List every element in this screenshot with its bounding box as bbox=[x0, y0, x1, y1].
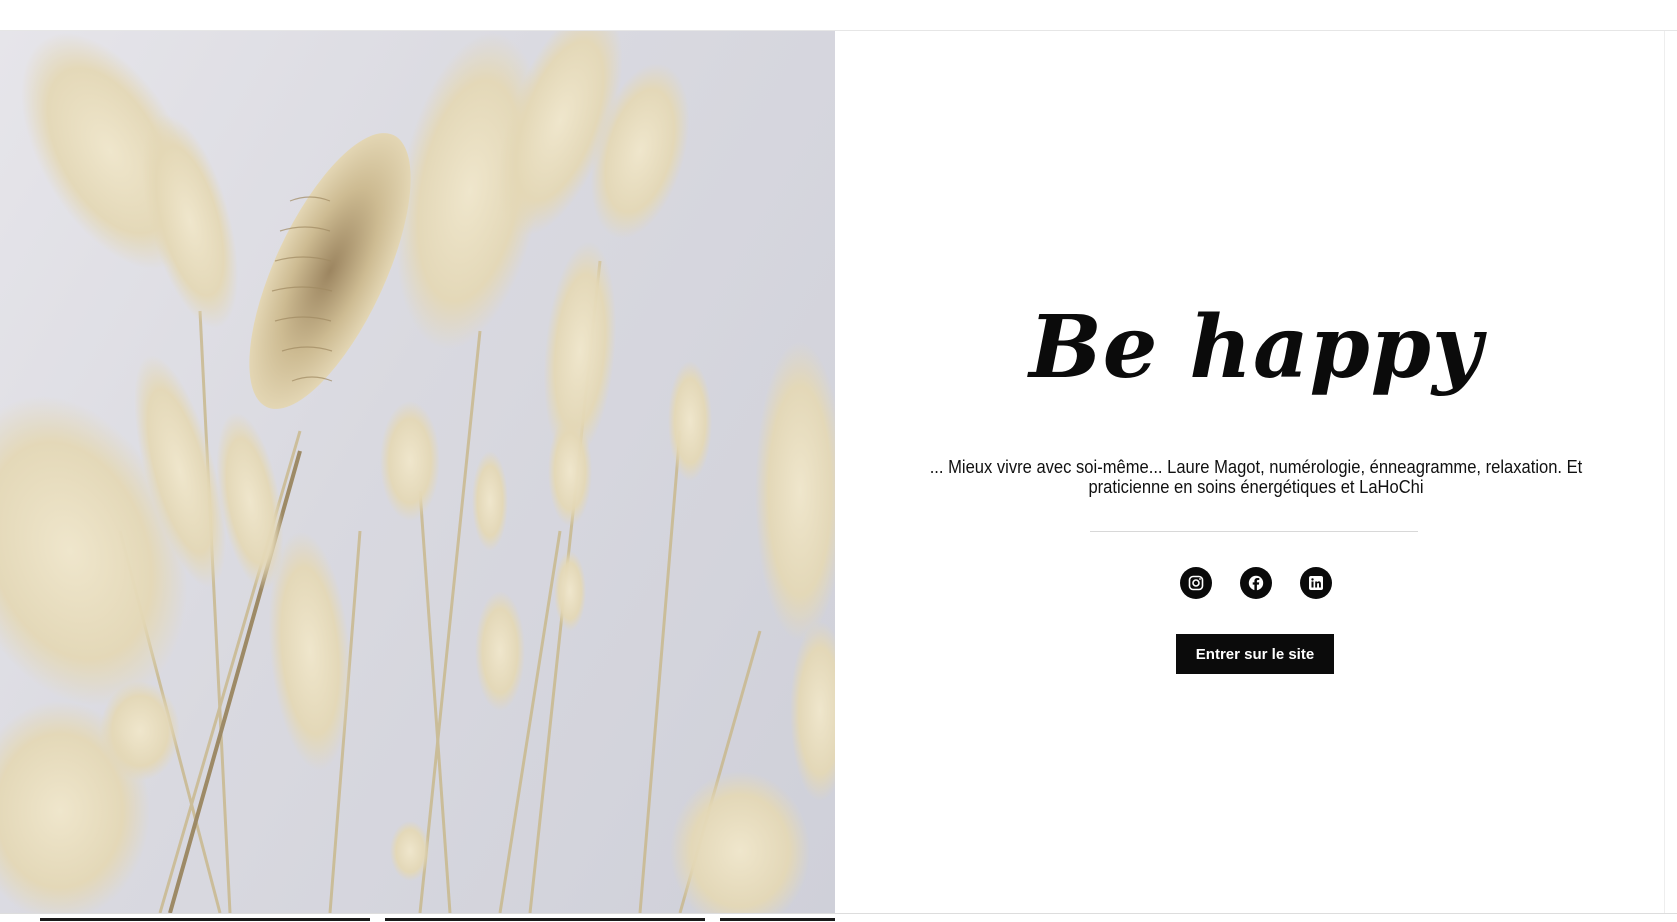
linkedin-link[interactable] bbox=[1300, 567, 1332, 599]
instagram-icon bbox=[1188, 575, 1204, 591]
page-title: Be happy bbox=[1029, 297, 1483, 398]
scrollbar[interactable] bbox=[1664, 31, 1677, 913]
landing-panel: Be happy ... Mieux vivre avec soi-même..… bbox=[835, 31, 1677, 913]
facebook-icon bbox=[1248, 575, 1264, 591]
tagline: ... Mieux vivre avec soi-même... Laure M… bbox=[929, 457, 1583, 497]
enter-site-button[interactable]: Entrer sur le site bbox=[1176, 634, 1334, 674]
linkedin-icon bbox=[1309, 576, 1323, 590]
top-bar bbox=[0, 0, 1677, 31]
social-links bbox=[835, 567, 1677, 599]
instagram-link[interactable] bbox=[1180, 567, 1212, 599]
divider bbox=[1090, 531, 1418, 532]
facebook-link[interactable] bbox=[1240, 567, 1272, 599]
hero-photo-dried-grass bbox=[0, 31, 835, 913]
